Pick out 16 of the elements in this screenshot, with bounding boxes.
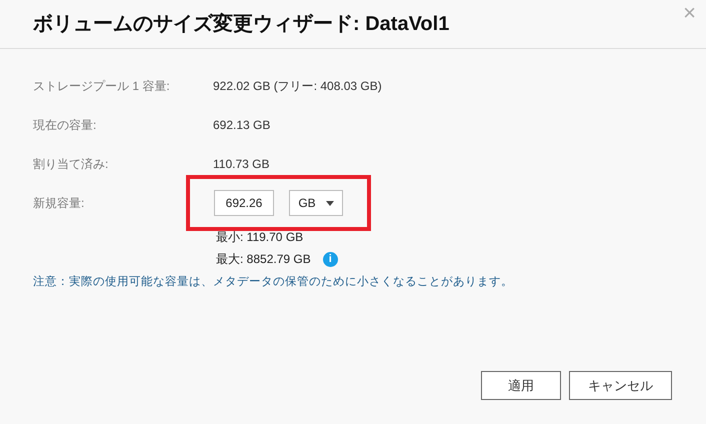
- unit-dropdown[interactable]: GB: [289, 190, 343, 216]
- field-value: 692.13 GB: [213, 116, 270, 134]
- field-value: 922.02 GB (フリー: 408.03 GB): [213, 78, 382, 94]
- field-label: 割り当て済み:: [33, 156, 110, 172]
- field-label: ストレージプール 1 容量:: [33, 78, 171, 94]
- min-capacity: 最小: 119.70 GB: [216, 229, 304, 246]
- capacity-input[interactable]: 692.26: [214, 190, 274, 216]
- field-label: 現在の容量:: [33, 116, 98, 134]
- field-label: 新規容量:: [33, 195, 86, 212]
- field-value: 110.73 GB: [213, 156, 270, 172]
- apply-button[interactable]: 適用: [481, 371, 561, 400]
- caret-icon: [326, 200, 334, 206]
- note-text: 注意：実際の使用可能な容量は、メタデータの保管のために小さくなることがあります。: [33, 274, 514, 290]
- dialog-title: ボリュームのサイズ変更ウィザード: DataVol1: [33, 12, 450, 37]
- cancel-button[interactable]: キャンセル: [569, 371, 672, 400]
- max-capacity: 最大: 8852.79 GB: [216, 251, 311, 268]
